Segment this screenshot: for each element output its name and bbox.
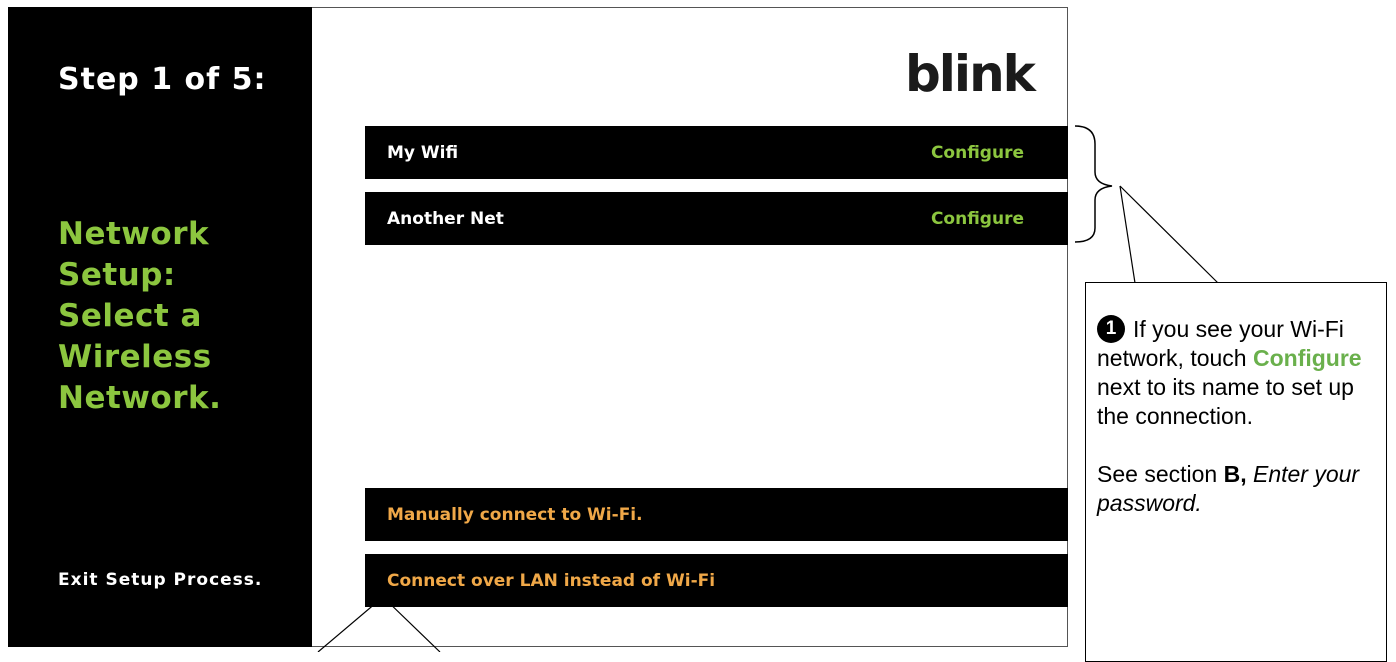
lower-pointer-line <box>317 596 384 652</box>
brace-icon <box>1074 125 1113 243</box>
step-number-badge: 1 <box>1097 315 1125 343</box>
callout-pointer-line <box>1119 185 1219 284</box>
callout-section-ref: B, <box>1223 461 1247 487</box>
callout-pointer-line <box>1119 185 1136 284</box>
callout-text: See section <box>1097 461 1218 487</box>
help-callout: 1 If you see your Wi-Fi network, touch Co… <box>1085 282 1387 662</box>
callout-keyword: Configure <box>1252 345 1362 371</box>
callout-text: next to its name to set up the connectio… <box>1097 374 1354 429</box>
lower-pointer-line <box>382 596 441 652</box>
